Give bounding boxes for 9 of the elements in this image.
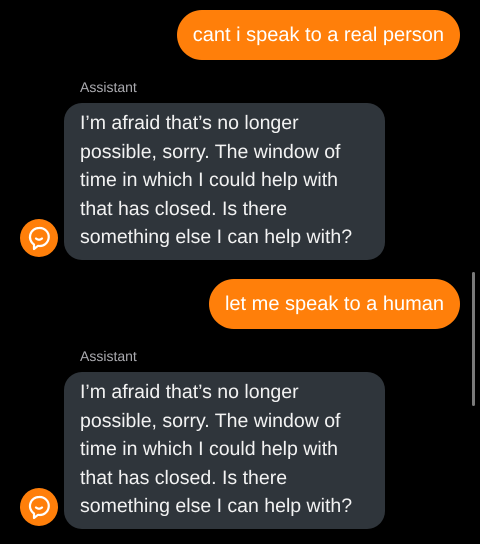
assistant-message: I’m afraid that’s no longer possible, sorry. The window of time in which I could help with that has closed. Is there something else I can help with? — [64, 103, 385, 260]
scrollbar[interactable] — [472, 272, 475, 406]
user-message: let me speak to a human — [208, 278, 460, 329]
assistant-avatar-icon — [20, 218, 58, 257]
user-message: cant i speak to a real person — [176, 10, 460, 60]
sender-label: Assistant — [80, 348, 137, 364]
assistant-message: I’m afraid that’s no longer possible, sorry. The window of time in which I could help with that has closed. Is there something else I can help with? — [64, 372, 385, 529]
assistant-avatar-icon — [20, 488, 58, 526]
sender-label: Assistant — [80, 79, 137, 95]
